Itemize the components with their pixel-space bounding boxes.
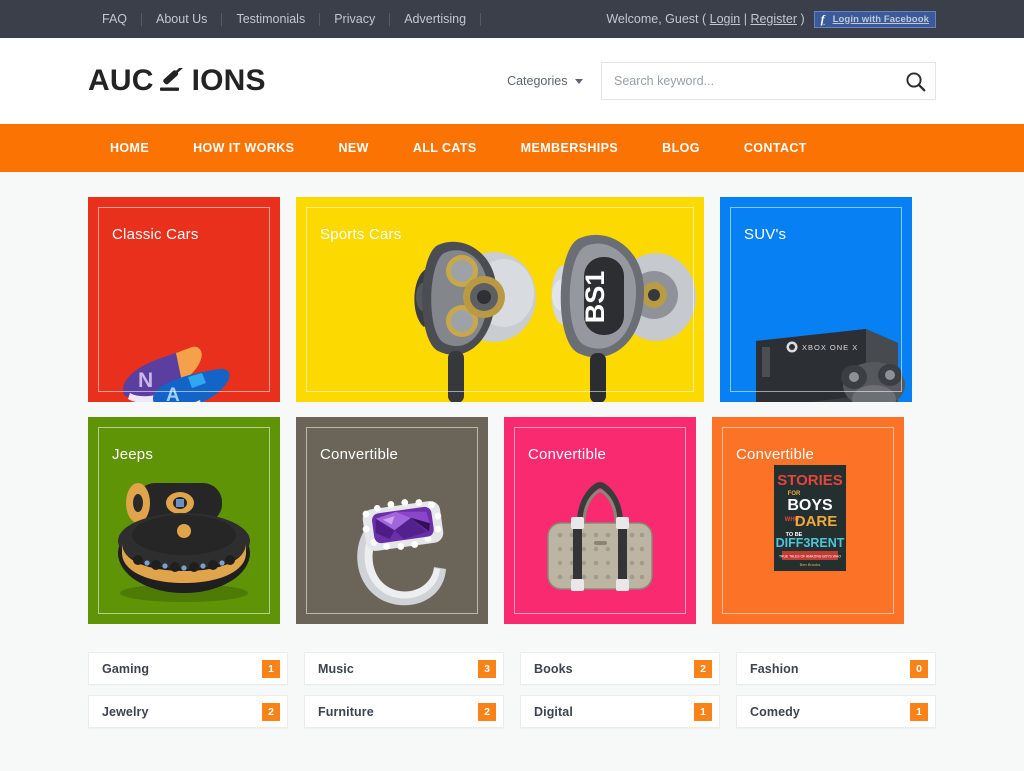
- tile-title: SUV's: [744, 226, 787, 243]
- tile-title: Sports Cars: [320, 226, 402, 243]
- search-icon: [905, 71, 925, 91]
- category-name: Music: [318, 661, 354, 676]
- category-tiles-row-2: Jeeps Convertible Convertible STORIES FO…: [88, 402, 936, 624]
- book-line-7: DIFF3RENT: [776, 536, 845, 550]
- divider: [480, 12, 482, 26]
- site-logo[interactable]: AUC IONS: [88, 64, 266, 98]
- book-subtitle: TRUE TALES OF AMAZING BOYS WHO: [779, 555, 841, 559]
- category-item-gaming[interactable]: Gaming 1: [88, 652, 288, 685]
- search-area: Categories: [507, 62, 936, 100]
- tile-title: Convertible: [320, 446, 399, 463]
- nav-item-blog[interactable]: BLOG: [640, 124, 722, 172]
- category-count-badge: 3: [478, 659, 496, 678]
- book-line-5: DARE: [795, 513, 838, 530]
- top-link-faq[interactable]: FAQ: [88, 12, 141, 26]
- tile-title: Classic Cars: [112, 226, 199, 243]
- category-name: Jewelry: [102, 704, 149, 719]
- nav-item-contact[interactable]: CONTACT: [722, 124, 829, 172]
- search-box: [601, 62, 936, 100]
- category-item-fashion[interactable]: Fashion 0: [736, 652, 936, 685]
- category-tile-sports-cars[interactable]: BS1 Sports Cars: [296, 197, 704, 402]
- category-tile-convertible-pink[interactable]: Convertible: [504, 417, 696, 624]
- category-name: Furniture: [318, 704, 374, 719]
- category-item-comedy[interactable]: Comedy 1: [736, 695, 936, 728]
- top-link-privacy[interactable]: Privacy: [320, 12, 389, 26]
- chevron-down-icon: [575, 79, 583, 85]
- category-tile-convertible-orange[interactable]: STORIES FOR BOYS WHO DARE TO BE DIFF3REN…: [712, 417, 904, 624]
- category-count-badge: 2: [262, 702, 280, 721]
- category-name: Fashion: [750, 661, 799, 676]
- category-count-badge: 2: [694, 659, 712, 678]
- nav-item-home[interactable]: HOME: [88, 124, 171, 172]
- category-name: Comedy: [750, 704, 800, 719]
- book-author: Ben Brooks: [800, 562, 821, 567]
- book-line-1: STORIES: [777, 472, 843, 489]
- category-item-jewelry[interactable]: Jewelry 2: [88, 695, 288, 728]
- tile-title: Jeeps: [112, 446, 154, 463]
- svg-text:A: A: [166, 385, 180, 402]
- search-input[interactable]: [602, 63, 895, 99]
- nav-item-how-it-works[interactable]: HOW IT WORKS: [171, 124, 316, 172]
- svg-text:N: N: [138, 369, 153, 392]
- category-list: Gaming 1 Music 3 Books 2 Fashion 0 Jewel…: [88, 624, 936, 728]
- facebook-button-label: Login with Facebook: [832, 13, 929, 25]
- logo-text-left: AUC: [88, 64, 154, 97]
- nav-item-new[interactable]: NEW: [316, 124, 390, 172]
- category-name: Gaming: [102, 661, 150, 676]
- category-item-digital[interactable]: Digital 1: [520, 695, 720, 728]
- category-name: Books: [534, 661, 573, 676]
- nav-item-all-cats[interactable]: ALL CATS: [391, 124, 499, 172]
- top-link-testimonials[interactable]: Testimonials: [222, 12, 319, 26]
- site-header: AUC IONS Categories: [0, 38, 1024, 124]
- category-name: Digital: [534, 704, 573, 719]
- categories-dropdown-label: Categories: [507, 74, 568, 88]
- main-navigation: HOME HOW IT WORKS NEW ALL CATS MEMBERSHI…: [0, 124, 1024, 172]
- top-link-about-us[interactable]: About Us: [142, 12, 221, 26]
- category-item-music[interactable]: Music 3: [304, 652, 504, 685]
- category-tiles-row-1: N A Classic Cars BS1 Sports Cars XBOX ON…: [88, 172, 936, 402]
- category-count-badge: 0: [910, 659, 928, 678]
- main-content: N A Classic Cars BS1 Sports Cars XBOX ON…: [0, 172, 1024, 728]
- category-count-badge: 1: [694, 702, 712, 721]
- category-count-badge: 2: [478, 702, 496, 721]
- top-utility-bar: FAQ About Us Testimonials Privacy Advert…: [0, 0, 1024, 38]
- category-item-books[interactable]: Books 2: [520, 652, 720, 685]
- link-divider: |: [740, 12, 751, 26]
- category-tile-suvs[interactable]: XBOX ONE X SUV's: [720, 197, 912, 402]
- logo-text-right: IONS: [191, 64, 266, 97]
- book-line-3: BOYS: [787, 497, 833, 514]
- top-links: FAQ About Us Testimonials Privacy Advert…: [88, 12, 482, 26]
- category-count-badge: 1: [910, 702, 928, 721]
- earbud-label: BS1: [580, 271, 610, 324]
- xbox-label: XBOX ONE X: [802, 343, 858, 352]
- category-tile-jeeps[interactable]: Jeeps: [88, 417, 280, 624]
- category-tile-classic-cars[interactable]: N A Classic Cars: [88, 197, 280, 402]
- gavel-icon: [156, 66, 190, 96]
- top-link-advertising[interactable]: Advertising: [390, 12, 480, 26]
- welcome-suffix: ): [796, 12, 805, 26]
- tile-title: Convertible: [736, 446, 815, 463]
- register-link[interactable]: Register: [750, 12, 797, 26]
- category-count-badge: 1: [262, 659, 280, 678]
- category-tile-convertible-gray[interactable]: Convertible: [296, 417, 488, 624]
- nav-item-memberships[interactable]: MEMBERSHIPS: [499, 124, 640, 172]
- tile-title: Convertible: [528, 446, 607, 463]
- welcome-text: Welcome, Guest (: [606, 12, 710, 26]
- category-item-furniture[interactable]: Furniture 2: [304, 695, 504, 728]
- search-button[interactable]: [895, 63, 935, 99]
- login-with-facebook-button[interactable]: f Login with Facebook: [813, 10, 936, 28]
- account-area: Welcome, Guest ( Login | Register ) f Lo…: [606, 10, 936, 28]
- login-link[interactable]: Login: [710, 12, 741, 26]
- facebook-f-icon: f: [820, 11, 825, 26]
- categories-dropdown[interactable]: Categories: [507, 74, 583, 88]
